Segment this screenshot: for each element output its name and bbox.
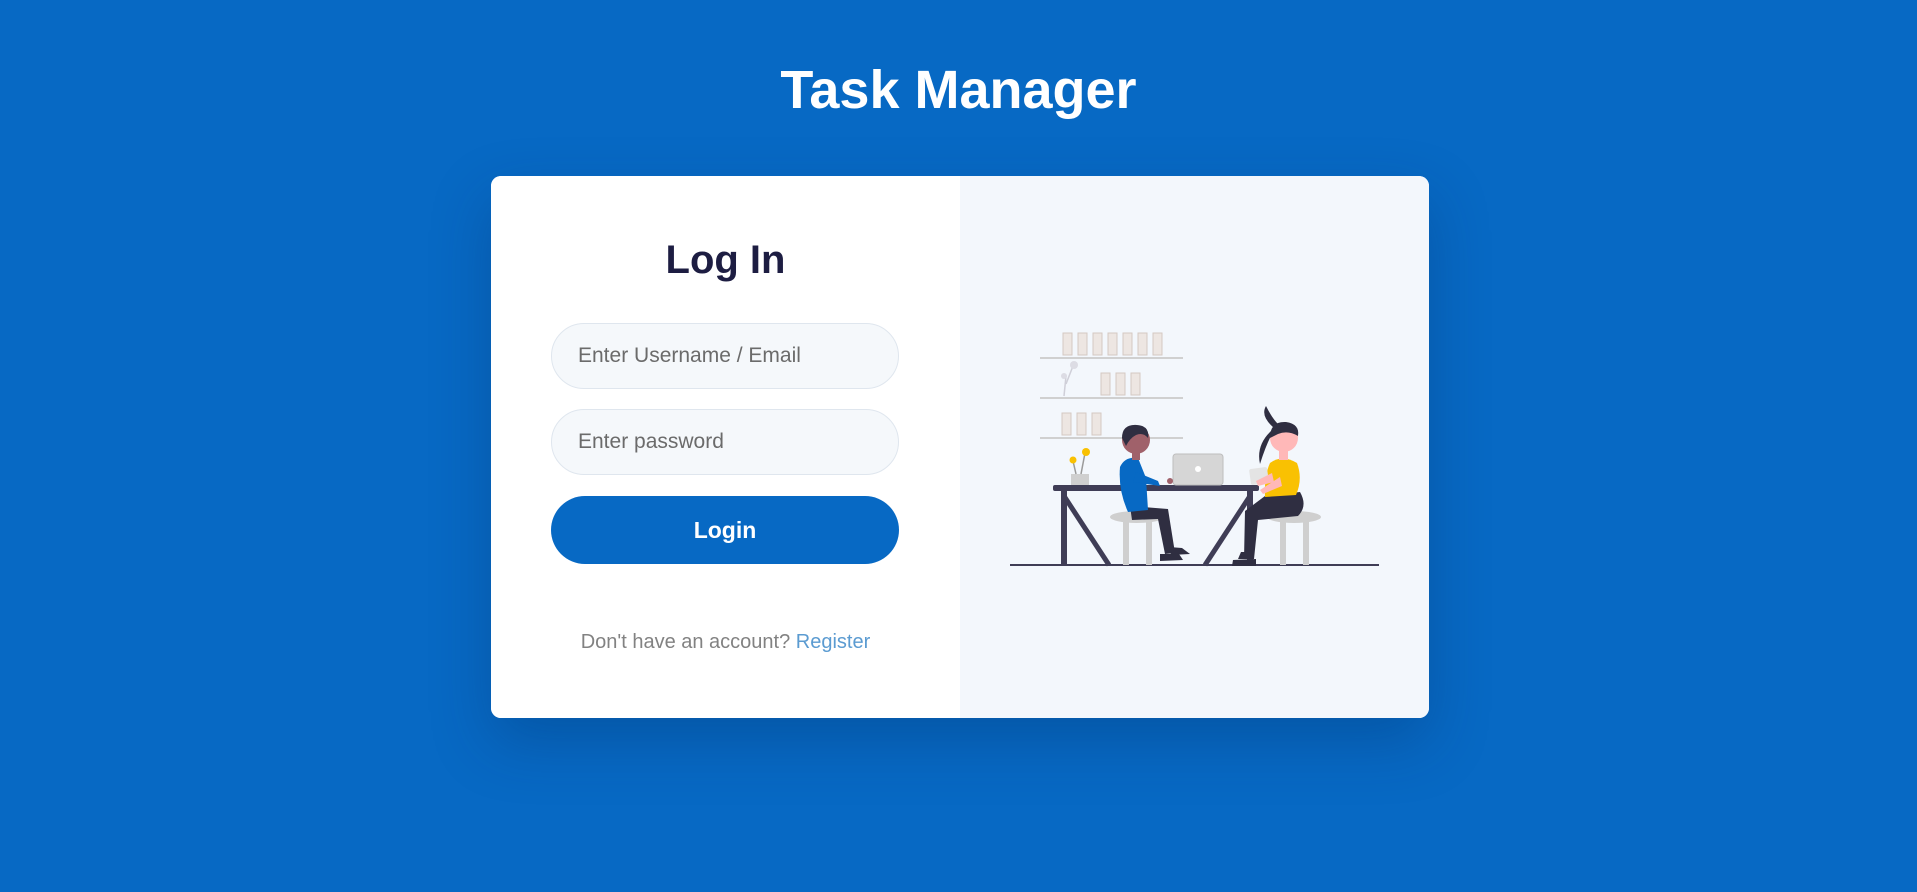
login-form-panel: Log In Login Don't have an account? Regi… [491, 176, 960, 718]
flower-pot [1069, 448, 1090, 485]
register-link[interactable]: Register [796, 631, 870, 653]
login-card: Log In Login Don't have an account? Regi… [491, 176, 1429, 718]
register-prompt-line: Don't have an account? Register [491, 631, 960, 654]
team-working-at-desk-illustration [1010, 332, 1379, 567]
app-title: Task Manager [780, 60, 1137, 120]
illustration-panel [960, 176, 1429, 718]
desk [1053, 485, 1259, 567]
password-input[interactable] [551, 409, 899, 475]
shelves [1040, 332, 1183, 439]
register-prompt-text: Don't have an account? [580, 631, 791, 653]
right-stool [1267, 511, 1321, 565]
username-input[interactable] [551, 323, 899, 389]
login-heading: Log In [665, 238, 786, 282]
laptop [1172, 453, 1224, 486]
login-button[interactable]: Login [551, 496, 899, 564]
man-working-figure [1119, 424, 1190, 561]
